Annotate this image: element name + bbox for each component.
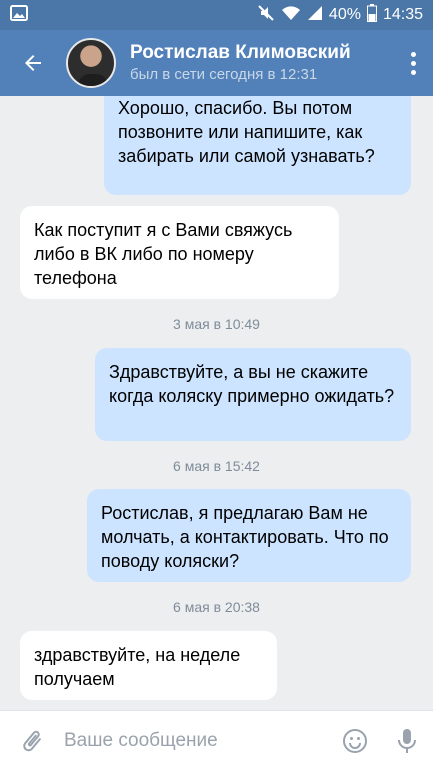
avatar[interactable] [66, 38, 116, 88]
message-incoming[interactable]: Как поступит я с Вами свяжусь либо в ВК … [20, 206, 339, 299]
signal-icon [307, 5, 323, 26]
message-outgoing[interactable]: Хорошо, спасибо. Вы потом позвоните или … [104, 96, 411, 195]
date-separator: 3 мая в 10:49 [173, 316, 260, 332]
contact-presence: был в сети сегодня в 12:31 [130, 66, 318, 83]
more-options-button[interactable] [393, 30, 433, 96]
battery-icon [366, 3, 377, 27]
smile-icon [343, 728, 367, 753]
microphone-icon [398, 728, 416, 753]
message-outgoing[interactable]: Здравствуйте, а вы не скажите когда коля… [95, 348, 411, 441]
more-vert-icon [410, 50, 416, 77]
message-list[interactable]: Хорошо, спасибо. Вы потом позвоните или … [0, 96, 433, 710]
date-separator: 6 мая в 15:42 [173, 458, 260, 474]
emoji-button[interactable] [329, 728, 381, 754]
message-incoming[interactable]: здравствуйте, на неделе получаем [20, 631, 277, 700]
back-button[interactable] [0, 30, 66, 96]
date-separator: 6 мая в 20:38 [173, 599, 260, 615]
gallery-notification-icon [10, 4, 28, 26]
attach-button[interactable] [0, 728, 64, 754]
message-outgoing[interactable]: Ростислав, я предлагаю Вам не молчать, а… [87, 489, 411, 582]
arrow-left-icon [25, 55, 41, 71]
battery-percent: 40% [328, 6, 361, 23]
status-bar: 40% 14:35 [0, 0, 433, 30]
chat-header: Ростислав Климовский был в сети сегодня … [0, 30, 433, 96]
voice-message-button[interactable] [381, 728, 433, 754]
message-input[interactable]: Ваше сообщение [64, 730, 329, 752]
mute-icon [257, 4, 275, 27]
message-composer: Ваше сообщение [0, 710, 433, 770]
paperclip-icon [23, 730, 41, 751]
contact-info[interactable]: Ростислав Климовский был в сети сегодня … [130, 41, 393, 85]
contact-name: Ростислав Климовский [130, 42, 351, 63]
wifi-icon [281, 5, 301, 26]
clock: 14:35 [382, 6, 423, 23]
